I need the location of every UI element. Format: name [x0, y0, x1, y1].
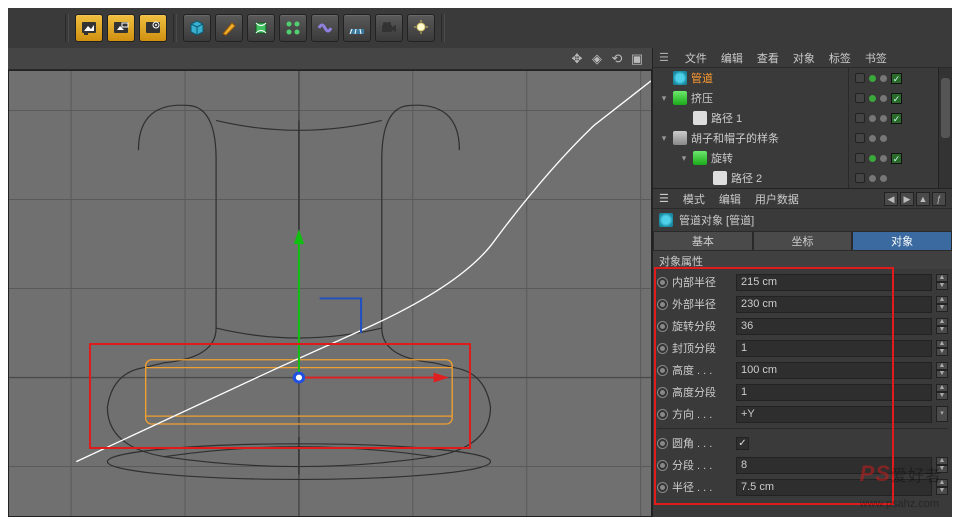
spline-icon — [713, 171, 727, 185]
attr-menu-userdata[interactable]: 用户数据 — [755, 191, 799, 207]
expander-icon[interactable]: ▾ — [659, 133, 669, 143]
tag-column — [848, 68, 938, 188]
visibility-toggle[interactable] — [855, 133, 865, 143]
tab-object[interactable]: 对象 — [852, 231, 952, 251]
attr-title-label: 管道对象 [管道] — [679, 212, 754, 228]
expander-icon[interactable]: ▾ — [679, 153, 689, 163]
spline-pen-button[interactable] — [215, 14, 243, 42]
attr-nav-up[interactable]: ▲ — [916, 192, 930, 206]
spinner[interactable]: ▲▼ — [936, 296, 948, 312]
menu-handle-icon[interactable]: ☰ — [659, 192, 669, 205]
dropdown-arrow[interactable]: ▾ — [936, 406, 948, 422]
visibility-toggle[interactable] — [855, 73, 865, 83]
menu-edit[interactable]: 编辑 — [721, 50, 743, 66]
tube-icon — [659, 213, 673, 227]
vp-rotate-icon[interactable]: ⟲ — [610, 52, 624, 66]
attr-title: 管道对象 [管道] — [653, 209, 952, 231]
array-generator-button[interactable] — [279, 14, 307, 42]
render-settings-button[interactable] — [139, 14, 167, 42]
null-icon — [673, 131, 687, 145]
tag-checkbox[interactable] — [891, 73, 902, 84]
menu-file[interactable]: 文件 — [685, 50, 707, 66]
tree-scrollbar[interactable] — [938, 68, 952, 188]
expander-icon[interactable]: ▾ — [659, 93, 669, 103]
vp-move-icon[interactable]: ✥ — [570, 52, 584, 66]
light-button[interactable] — [407, 14, 435, 42]
attr-tabs: 基本 坐标 对象 — [653, 231, 952, 251]
tree-item-extrude[interactable]: 挤压 — [691, 90, 713, 106]
3d-viewport[interactable] — [8, 70, 652, 517]
menu-view[interactable]: 查看 — [757, 50, 779, 66]
spinner[interactable]: ▲▼ — [936, 318, 948, 334]
tree-item-path2[interactable]: 路径 2 — [731, 170, 762, 186]
main-toolbar — [8, 8, 952, 48]
red-highlight-viewport — [89, 343, 471, 449]
attr-menu-edit[interactable]: 编辑 — [719, 191, 741, 207]
render-image-button[interactable] — [75, 14, 103, 42]
spinner[interactable]: ▲▼ — [936, 384, 948, 400]
attr-menu: ☰ 模式 编辑 用户数据 ◀ ▶ ▲ ƒ — [653, 189, 952, 209]
tag-checkbox[interactable] — [891, 153, 902, 164]
deformer-button[interactable] — [311, 14, 339, 42]
attr-nav-fwd[interactable]: ▶ — [900, 192, 914, 206]
menu-object[interactable]: 对象 — [793, 50, 815, 66]
tube-icon — [673, 71, 687, 85]
object-manager: ☰ 文件 编辑 查看 对象 标签 书签 管道 ▾挤压 路径 1 ▾胡子和帽子的样… — [653, 48, 952, 188]
attr-nav-fn[interactable]: ƒ — [932, 192, 946, 206]
extrude-icon — [673, 91, 687, 105]
object-tree[interactable]: 管道 ▾挤压 路径 1 ▾胡子和帽子的样条 ▾旋转 路径 2 — [653, 68, 848, 188]
attr-nav-back[interactable]: ◀ — [884, 192, 898, 206]
lathe-icon — [693, 151, 707, 165]
viewport-header: ✥ ◈ ⟲ ▣ — [8, 48, 652, 70]
spline-icon — [693, 111, 707, 125]
attribute-manager: ☰ 模式 编辑 用户数据 ◀ ▶ ▲ ƒ 管道对象 [管道] 基本 — [653, 188, 952, 517]
menu-handle-icon[interactable]: ☰ — [659, 51, 667, 64]
red-highlight-attributes — [654, 267, 894, 505]
visibility-toggle[interactable] — [855, 153, 865, 163]
camera-button[interactable] — [375, 14, 403, 42]
vp-zoom-icon[interactable]: ◈ — [590, 52, 604, 66]
visibility-toggle[interactable] — [855, 173, 865, 183]
spinner[interactable]: ▲▼ — [936, 340, 948, 356]
menu-tags[interactable]: 标签 — [829, 50, 851, 66]
floor-environment-button[interactable] — [343, 14, 371, 42]
nurbs-button[interactable] — [247, 14, 275, 42]
object-manager-menu: ☰ 文件 编辑 查看 对象 标签 书签 — [653, 48, 952, 68]
tree-item-lathe[interactable]: 旋转 — [711, 150, 733, 166]
spinner[interactable]: ▲▼ — [936, 457, 948, 473]
visibility-toggle[interactable] — [855, 93, 865, 103]
visibility-toggle[interactable] — [855, 113, 865, 123]
tree-item-tube[interactable]: 管道 — [691, 70, 713, 86]
tab-basic[interactable]: 基本 — [653, 231, 753, 251]
spinner[interactable]: ▲▼ — [936, 479, 948, 495]
vp-layout-icon[interactable]: ▣ — [630, 52, 644, 66]
render-region-button[interactable] — [107, 14, 135, 42]
tree-item-path1[interactable]: 路径 1 — [711, 110, 742, 126]
spinner[interactable]: ▲▼ — [936, 274, 948, 290]
tag-checkbox[interactable] — [891, 113, 902, 124]
menu-bookmarks[interactable]: 书签 — [865, 50, 887, 66]
tag-checkbox[interactable] — [891, 93, 902, 104]
tree-item-group[interactable]: 胡子和帽子的样条 — [691, 130, 779, 146]
cube-primitive-button[interactable] — [183, 14, 211, 42]
spinner[interactable]: ▲▼ — [936, 362, 948, 378]
tab-coord[interactable]: 坐标 — [753, 231, 853, 251]
attr-menu-mode[interactable]: 模式 — [683, 191, 705, 207]
